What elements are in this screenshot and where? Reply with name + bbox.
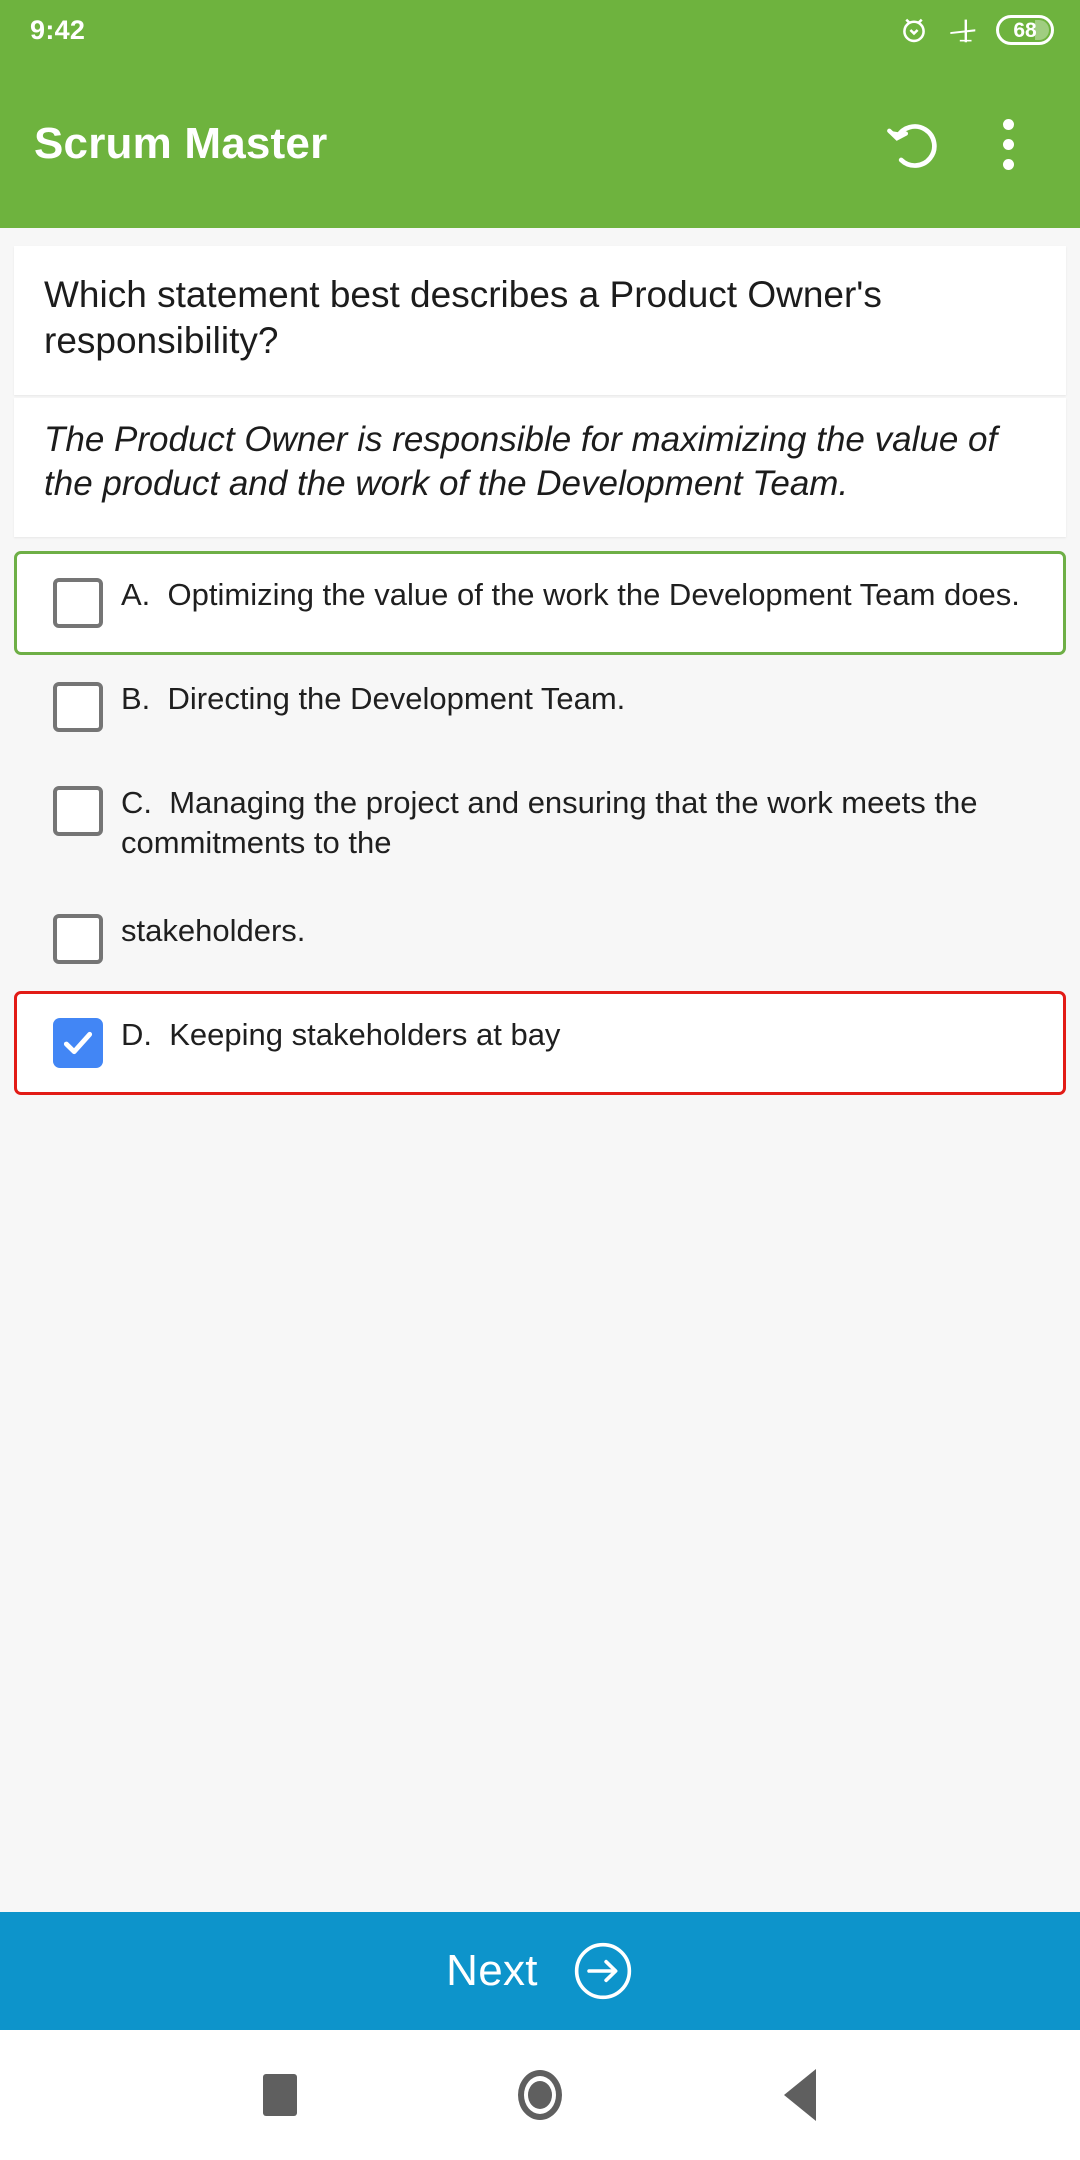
more-vertical-icon bbox=[1002, 118, 1014, 170]
explanation-card: The Product Owner is responsible for max… bbox=[14, 397, 1066, 538]
alarm-icon bbox=[898, 14, 930, 46]
nav-back-button[interactable] bbox=[745, 2040, 855, 2150]
answer-option-d[interactable]: D. Keeping stakeholders at bay bbox=[14, 990, 1066, 1095]
app-bar: Scrum Master bbox=[0, 60, 1080, 228]
checkbox-wrap-c-continued bbox=[35, 910, 121, 964]
answer-label-d: D. Keeping stakeholders at bay bbox=[121, 1016, 561, 1052]
phone-screen: 9:42 68 Scrum Master Which statement bes… bbox=[0, 0, 1080, 2160]
status-icon-group: 68 bbox=[898, 14, 1054, 46]
answer-checkbox-c[interactable] bbox=[53, 786, 103, 837]
answer-label-a: A. Optimizing the value of the work the … bbox=[121, 577, 1020, 613]
checkbox-wrap-a bbox=[35, 574, 121, 629]
arrow-right-circle-icon bbox=[572, 1940, 634, 2002]
checkbox-wrap-d bbox=[35, 1014, 121, 1068]
triangle-back-icon bbox=[784, 2069, 816, 2121]
answer-checkbox-d[interactable] bbox=[53, 1017, 103, 1068]
battery-level: 68 bbox=[1013, 18, 1037, 42]
answer-option-c-continued[interactable]: stakeholders. bbox=[14, 887, 1066, 991]
airplane-mode-icon bbox=[946, 14, 980, 46]
battery-fill bbox=[1035, 20, 1049, 40]
circle-home-icon bbox=[518, 2070, 562, 2120]
answer-label-b: B. Directing the Development Team. bbox=[121, 681, 626, 717]
checkbox-wrap-b bbox=[35, 678, 121, 733]
explanation-text: The Product Owner is responsible for max… bbox=[44, 419, 998, 504]
answer-option-c[interactable]: C. Managing the project and ensuring tha… bbox=[14, 759, 1066, 887]
square-recents-icon bbox=[263, 2074, 297, 2116]
answer-label-c: C. Managing the project and ensuring tha… bbox=[121, 785, 987, 861]
answer-option-b[interactable]: B. Directing the Development Team. bbox=[14, 655, 1066, 759]
restart-quiz-button[interactable] bbox=[870, 98, 962, 190]
android-nav-bar bbox=[0, 2030, 1080, 2160]
question-card: Which statement best describes a Product… bbox=[14, 246, 1066, 395]
check-icon bbox=[63, 1031, 93, 1054]
overflow-menu-button[interactable] bbox=[962, 98, 1054, 190]
next-button-label: Next bbox=[446, 1946, 538, 1995]
answer-checkbox-c-continued[interactable] bbox=[53, 913, 103, 964]
checkbox-wrap-c bbox=[35, 782, 121, 837]
next-button[interactable]: Next bbox=[0, 1912, 1080, 2030]
answer-label-c-continued: stakeholders. bbox=[121, 912, 306, 948]
answer-checkbox-b[interactable] bbox=[53, 682, 103, 733]
question-text: Which statement best describes a Product… bbox=[44, 274, 882, 362]
nav-recents-button[interactable] bbox=[225, 2040, 335, 2150]
restart-icon bbox=[883, 111, 949, 177]
status-clock: 9:42 bbox=[30, 14, 86, 45]
answer-options-list: A. Optimizing the value of the work the … bbox=[0, 551, 1080, 1095]
quiz-scroll-area[interactable]: Which statement best describes a Product… bbox=[0, 228, 1080, 1912]
answer-option-a[interactable]: A. Optimizing the value of the work the … bbox=[14, 551, 1066, 656]
answer-checkbox-a[interactable] bbox=[53, 578, 103, 629]
status-bar: 9:42 68 bbox=[0, 0, 1080, 60]
page-title: Scrum Master bbox=[34, 119, 328, 168]
battery-icon: 68 bbox=[996, 15, 1054, 45]
nav-home-button[interactable] bbox=[485, 2040, 595, 2150]
